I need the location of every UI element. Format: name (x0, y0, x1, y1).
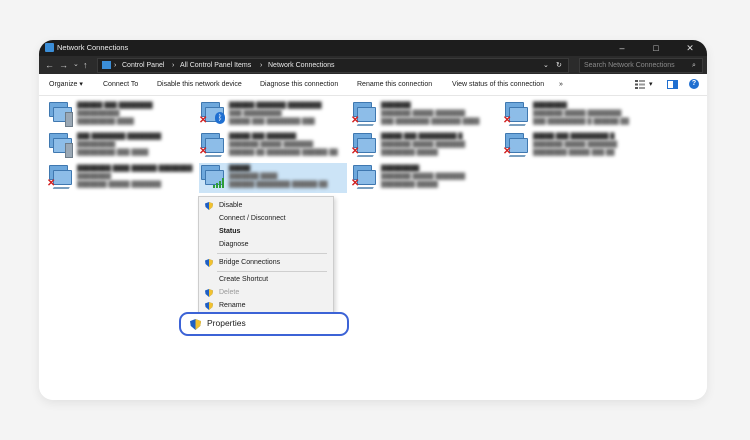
menu-label: Properties (207, 318, 246, 328)
cable-icon (508, 118, 530, 126)
server-icon (65, 143, 73, 158)
uac-shield-icon (190, 319, 201, 330)
menu-item-create-shortcut[interactable]: Create Shortcut (199, 273, 333, 286)
menu-label: Create Shortcut (219, 276, 269, 283)
menu-item-status[interactable]: Status (199, 225, 333, 238)
close-button[interactable]: ✕ (673, 40, 707, 56)
uac-shield-icon (205, 259, 213, 267)
rename-button[interactable]: Rename this connection (357, 74, 432, 95)
menu-label: Bridge Connections (219, 259, 281, 266)
recent-locations-button[interactable]: ⌄ (73, 58, 79, 72)
connection-item[interactable]: ✕ ████████ ███████ █████ ████████ ███ ██… (503, 100, 653, 130)
uac-shield-icon (205, 289, 213, 297)
connection-item[interactable]: ✕ █████ ███ ███████ ███████ █████ ██████… (199, 131, 349, 161)
command-bar: Organize ▾ Connect To Disable this netwo… (39, 74, 707, 96)
refresh-icon[interactable]: ↻ (556, 59, 562, 72)
connection-item[interactable]: ██████ ███ ████████ ██████████ █████████… (47, 100, 197, 130)
menu-label: Rename (219, 302, 246, 309)
connection-item[interactable]: ✕ ᛒ ██████ ███████ ████████ ███ ████████… (199, 100, 349, 130)
connection-item[interactable]: ✕ ████████ ████ ██████ ████████ ████████… (47, 163, 197, 193)
menu-item-properties[interactable]: Properties (179, 312, 349, 336)
menu-separator (217, 253, 327, 254)
menu-label: Status (219, 228, 241, 235)
menu-label: Disable (219, 202, 243, 209)
bluetooth-icon: ᛒ (215, 112, 225, 124)
breadcrumb-separator: › (114, 62, 117, 69)
disabled-x-icon: ✕ (351, 178, 360, 189)
network-connections-icon (45, 43, 54, 52)
help-icon[interactable]: ? (689, 79, 699, 89)
back-button[interactable]: ← (45, 58, 54, 72)
disabled-x-icon: ✕ (47, 178, 56, 189)
menu-label: Delete (219, 289, 240, 296)
title-bar: Network Connections – □ ✕ (39, 40, 707, 56)
connection-item[interactable]: ✕ ███████ ███████ █████ ███████ ███ ████… (351, 100, 501, 130)
cable-icon (356, 118, 378, 126)
disabled-x-icon: ✕ (351, 146, 360, 157)
menu-label: Connect / Disconnect (219, 215, 286, 222)
server-icon (65, 112, 73, 127)
uac-shield-icon (205, 202, 213, 210)
context-menu: Disable Connect / Disconnect Status Diag… (198, 196, 334, 318)
up-button[interactable]: ↑ (83, 58, 88, 72)
connection-item[interactable]: ✕ █████ ███ █████████ █ ███████ █████ ██… (503, 131, 653, 161)
menu-item-connect-disconnect[interactable]: Connect / Disconnect (199, 212, 333, 225)
menu-label: Diagnose (219, 241, 249, 248)
cable-icon (52, 181, 74, 189)
minimize-button[interactable]: – (605, 40, 639, 56)
diagnose-button[interactable]: Diagnose this connection (260, 74, 338, 95)
breadcrumb-all-items[interactable]: All Control Panel Items (180, 59, 251, 72)
disable-device-button[interactable]: Disable this network device (157, 74, 242, 95)
cable-icon (508, 149, 530, 157)
view-dropdown-icon[interactable]: ▾ (649, 74, 653, 95)
breadcrumb-separator: › (172, 62, 175, 69)
more-commands-button[interactable]: » (559, 74, 563, 95)
explorer-window: Network Connections – □ ✕ ← → ⌄ ↑ › Cont… (39, 40, 707, 400)
menu-item-disable[interactable]: Disable (199, 199, 333, 212)
search-input[interactable]: Search Network Connections ⌕ (579, 58, 703, 73)
search-icon[interactable]: ⌕ (692, 59, 696, 72)
breadcrumb-network-connections[interactable]: Network Connections (268, 59, 335, 72)
connect-to-button[interactable]: Connect To (103, 74, 138, 95)
connection-item[interactable]: ███ ████████ ████████ █████████ ████████… (47, 131, 197, 161)
control-panel-icon (102, 61, 111, 69)
disabled-x-icon: ✕ (199, 146, 208, 157)
menu-item-diagnose[interactable]: Diagnose (199, 238, 333, 251)
wifi-signal-icon (213, 178, 224, 188)
connections-view: ██████ ███ ████████ ██████████ █████████… (39, 96, 707, 400)
cable-icon (356, 149, 378, 157)
connection-item[interactable]: ✕ █████ ███ █████████ █ ███████ █████ ██… (351, 131, 501, 161)
disabled-x-icon: ✕ (503, 146, 512, 157)
organize-button[interactable]: Organize ▾ (49, 74, 83, 95)
breadcrumb-separator: › (260, 62, 263, 69)
address-dropdown-icon[interactable]: ⌄ (543, 59, 549, 72)
change-view-icon[interactable] (635, 80, 645, 89)
address-input[interactable]: › Control Panel › All Control Panel Item… (97, 58, 569, 73)
view-status-button[interactable]: View status of this connection (452, 74, 544, 95)
disabled-x-icon: ✕ (503, 115, 512, 126)
connection-item-selected[interactable]: █████ ███████ ████ ██████ ████████ █████… (199, 163, 347, 193)
breadcrumb-control-panel[interactable]: Control Panel (122, 59, 164, 72)
disabled-x-icon: ✕ (351, 115, 360, 126)
cable-icon (356, 181, 378, 189)
cable-icon (204, 149, 226, 157)
disabled-x-icon: ✕ (199, 115, 208, 126)
connection-item[interactable]: ✕ █████████ ███████ █████ ███████ ██████… (351, 163, 501, 193)
menu-item-delete: Delete (199, 286, 333, 299)
window-title: Network Connections (57, 43, 129, 52)
menu-separator (217, 271, 327, 272)
search-placeholder: Search Network Connections (584, 62, 675, 69)
menu-item-bridge-connections[interactable]: Bridge Connections (199, 256, 333, 269)
menu-item-rename[interactable]: Rename (199, 299, 333, 312)
forward-button[interactable]: → (59, 58, 68, 72)
uac-shield-icon (205, 302, 213, 310)
preview-pane-icon[interactable] (667, 80, 678, 89)
address-bar: ← → ⌄ ↑ › Control Panel › All Control Pa… (39, 56, 707, 74)
maximize-button[interactable]: □ (639, 40, 673, 56)
